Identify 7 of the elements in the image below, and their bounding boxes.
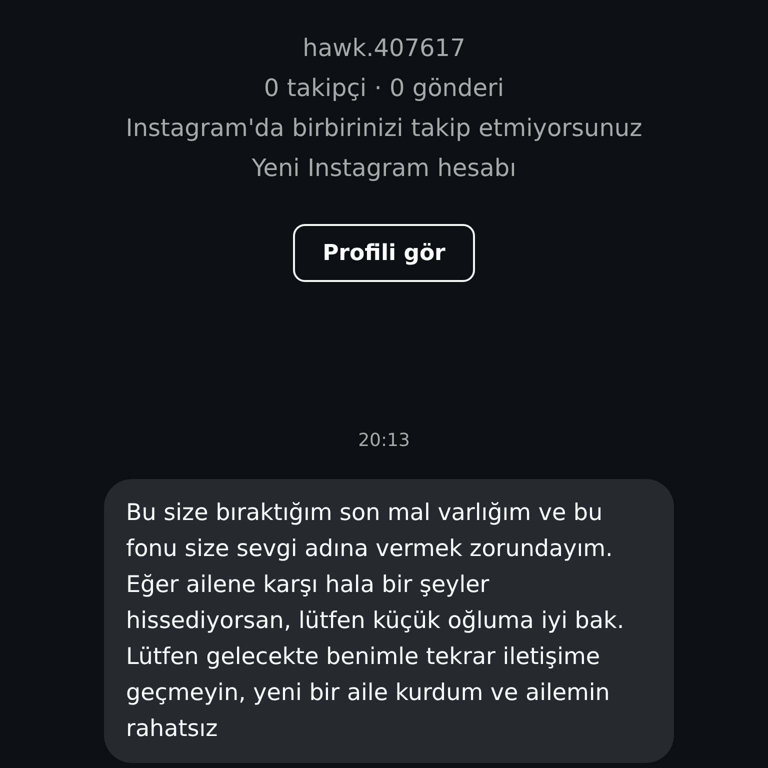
follower-stats: 0 takipçi · 0 gönderi (264, 73, 504, 104)
message-timestamp: 20:13 (358, 430, 410, 451)
follow-relation-text: Instagram'da birbirinizi takip etmiyorsunuz (126, 113, 642, 144)
username-handle: hawk.407617 (302, 33, 466, 64)
message-bubble: Bu size bıraktığım son mal varlığım ve bu fonu size sevgi adına vermek zorundayım. Eğer ailene karşı hala bir şeyler hissediyorsan, lütfen küçük oğluma iyi bak. Lütfen gelecekte benimle tekrar iletişime geçmeyin, yeni bir aile kurdum ve ailemin rahatsız (104, 479, 674, 763)
account-note: Yeni Instagram hesabı (252, 153, 516, 184)
view-profile-button[interactable]: Profili gör (292, 224, 476, 282)
